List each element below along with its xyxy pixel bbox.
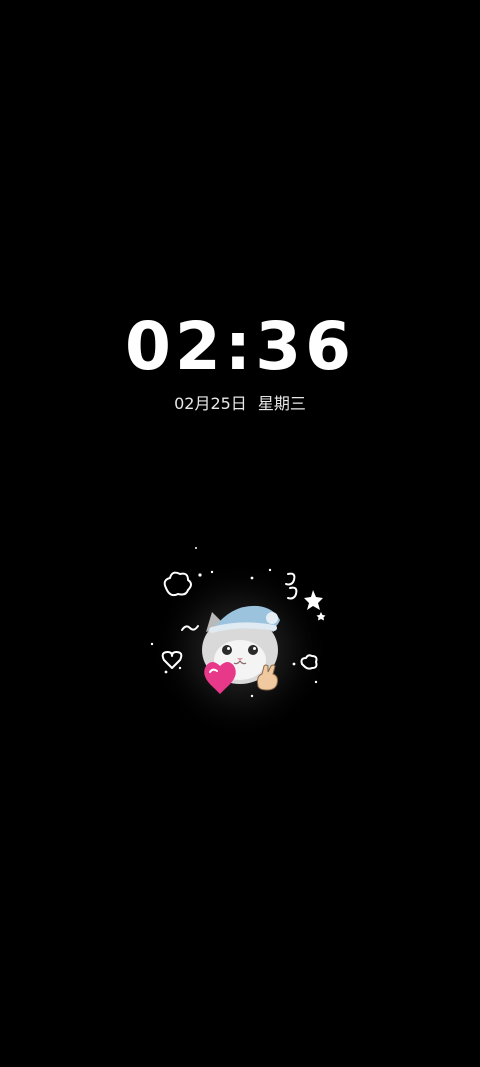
- date-label: 02月25日: [174, 394, 247, 413]
- weekday-label: 星期三: [257, 394, 306, 413]
- always-on-display: 02:36 02月25日 星期三: [0, 0, 480, 1067]
- clock-time: 02:36: [124, 308, 356, 385]
- clock-date-row: 02月25日 星期三: [0, 392, 480, 416]
- cat-sticker-icon: [150, 547, 330, 730]
- pet-sticker-widget[interactable]: [140, 540, 340, 730]
